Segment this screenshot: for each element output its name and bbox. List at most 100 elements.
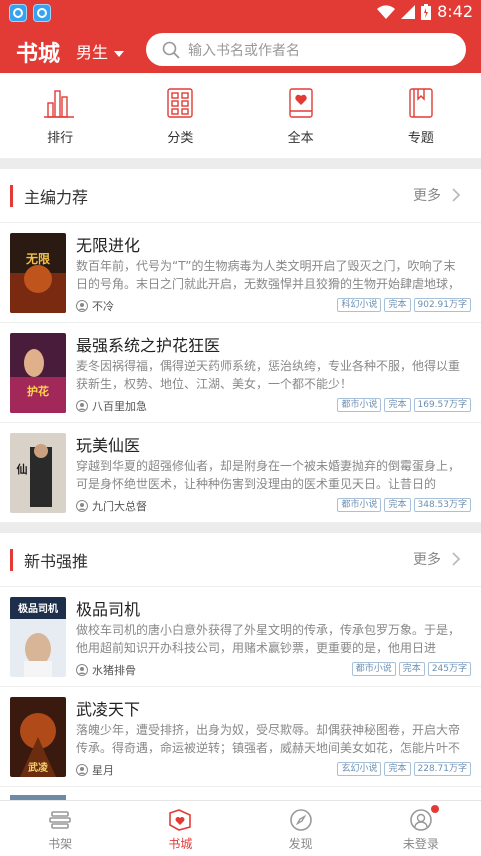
topic-icon — [409, 88, 433, 118]
book-description: 落魄少年，遭受排挤，出身为奴，受尽欺辱。却偶获神秘图卷，开启大帝传承。得奇遇，命… — [76, 723, 461, 755]
author-icon — [76, 764, 88, 776]
author-name: 九门大总督 — [92, 500, 147, 513]
book-cover: 护花 — [10, 333, 66, 413]
author-icon — [76, 500, 88, 512]
book-title: 武凌天下 — [76, 700, 141, 719]
quicknav-label: 专题 — [407, 131, 434, 146]
bottomnav-label: 书城 — [168, 837, 193, 851]
user-icon — [410, 809, 432, 831]
signal-icon — [401, 4, 416, 19]
section-title: 新书强推 — [24, 552, 89, 571]
svg-text:护花: 护花 — [27, 384, 49, 398]
top-bar: 8:42 书城 男生 输入书名或作者名 — [0, 0, 481, 73]
book-description: 麦冬因祸得福，偶得逆天药师系统，惩治纨绔，专业各种不服，他得以重获新生，权势、地… — [76, 359, 461, 391]
svg-text:无限: 无限 — [25, 251, 50, 266]
status-tag: 完本 — [384, 398, 411, 412]
bottomnav-bookshelf[interactable]: 书架 — [20, 801, 100, 856]
status-bar: 8:42 — [0, 0, 481, 26]
book-author: 不冷 — [76, 298, 114, 314]
bottom-nav: 书架 书城 发现 未登录 — [0, 800, 481, 856]
wifi-icon — [377, 4, 396, 19]
book-author: 水猪排骨 — [76, 662, 136, 678]
gender-label: 男生 — [76, 43, 109, 62]
bottomnav-label: 发现 — [288, 837, 313, 851]
author-name: 八百里加急 — [92, 400, 147, 413]
category-tag: 都市小说 — [337, 498, 382, 512]
section-header-new-books: 新书强推 更多 — [0, 533, 481, 587]
author-name: 星月 — [92, 764, 114, 777]
bottomnav-profile[interactable]: 未登录 — [381, 801, 461, 856]
book-item[interactable]: 护花 最强系统之护花狂医 麦冬因祸得福，偶得逆天药师系统，惩治纨绔，专业各种不服… — [0, 323, 481, 423]
quicknav-ranking[interactable]: 排行 — [20, 85, 100, 146]
wordcount-tag: 245万字 — [427, 662, 471, 676]
section-accent — [10, 549, 13, 571]
book-cover: 仙 — [10, 433, 66, 513]
section-divider — [0, 159, 481, 169]
search-input[interactable]: 输入书名或作者名 — [146, 33, 466, 66]
book-cover: 无限 — [10, 233, 66, 313]
status-tag: 完本 — [398, 662, 425, 676]
category-tag: 科幻小说 — [337, 298, 382, 312]
section-title: 主编力荐 — [24, 188, 89, 207]
caret-down-icon — [114, 50, 125, 57]
author-icon — [76, 300, 88, 312]
status-tag: 完本 — [384, 498, 411, 512]
author-icon — [76, 400, 88, 412]
app-notification-icon — [33, 4, 51, 22]
book-item[interactable]: 极品司机 极品司机 做校车司机的唐小白意外获得了外星文明的传承，传承包罗万象。于… — [0, 587, 481, 687]
wordcount-tag: 348.53万字 — [413, 498, 471, 512]
more-button[interactable]: 更多 — [413, 549, 461, 569]
header: 书城 男生 输入书名或作者名 — [0, 26, 481, 73]
wordcount-tag: 228.71万字 — [413, 762, 471, 776]
book-title: 最强系统之护花狂医 — [76, 336, 221, 355]
book-item[interactable]: 仙 玩美仙医 穿越到华夏的超强修仙者，却是附身在一个被未婚妻抛弃的倒霉蛋身上，可… — [0, 423, 481, 523]
quick-nav: 排行 分类 全本 专题 — [0, 73, 481, 159]
quicknav-label: 全本 — [287, 131, 314, 146]
notification-dot — [430, 805, 439, 813]
svg-text:武凌: 武凌 — [28, 761, 49, 774]
search-icon — [162, 41, 180, 59]
book-item[interactable]: 无限 无限进化 数百年前，代号为“T”的生物病毒为人类文明开启了毁灭之门，吹响了… — [0, 223, 481, 323]
category-tag: 都市小说 — [337, 398, 382, 412]
book-title: 无限进化 — [76, 236, 141, 255]
bottomnav-discover[interactable]: 发现 — [261, 801, 341, 856]
complete-book-icon — [288, 88, 313, 118]
page-title: 书城 — [16, 42, 61, 67]
book-description: 做校车司机的唐小白意外获得了外星文明的传承，传承包罗万象。于是，他用超前知识开办… — [76, 623, 461, 655]
quicknav-complete[interactable]: 全本 — [261, 85, 341, 146]
book-title: 玩美仙医 — [76, 436, 141, 455]
app-notification-icon — [9, 4, 27, 22]
book-author: 九门大总督 — [76, 498, 147, 514]
status-tag: 完本 — [384, 762, 411, 776]
more-button[interactable]: 更多 — [413, 185, 461, 205]
quicknav-label: 分类 — [167, 131, 194, 146]
svg-text:极品司机: 极品司机 — [18, 602, 58, 615]
wordcount-tag: 902.91万字 — [413, 298, 471, 312]
bookstore-icon — [169, 809, 192, 831]
quicknav-category[interactable]: 分类 — [140, 85, 220, 146]
more-label: 更多 — [413, 188, 441, 204]
section-divider — [0, 523, 481, 533]
book-title: 极品司机 — [76, 600, 141, 619]
book-description: 穿越到华夏的超强修仙者，却是附身在一个被未婚妻抛弃的倒霉蛋身上，可是身怀绝世医术… — [76, 459, 461, 491]
bottomnav-label: 书架 — [48, 837, 73, 851]
quicknav-label: 排行 — [47, 131, 74, 146]
section-accent — [10, 185, 13, 207]
wordcount-tag: 169.57万字 — [413, 398, 471, 412]
bottomnav-label: 未登录 — [402, 837, 439, 851]
gender-selector[interactable]: 男生 — [76, 39, 125, 63]
book-item[interactable]: 武凌 武凌天下 落魄少年，遭受排挤，出身为奴，受尽欺辱。却偶获神秘图卷，开启大帝… — [0, 687, 481, 787]
category-tag: 都市小说 — [351, 662, 396, 676]
book-cover: 武凌 — [10, 697, 66, 777]
status-time: 8:42 — [437, 2, 473, 21]
bookshelf-icon — [49, 811, 71, 829]
bottomnav-bookstore[interactable]: 书城 — [140, 801, 220, 856]
chevron-right-icon — [452, 188, 461, 202]
svg-text:仙: 仙 — [17, 462, 28, 476]
battery-icon — [421, 3, 432, 20]
status-tag: 完本 — [384, 298, 411, 312]
author-icon — [76, 664, 88, 676]
author-name: 水猪排骨 — [92, 664, 136, 677]
quicknav-topic[interactable]: 专题 — [381, 85, 461, 146]
section-header-editor-picks: 主编力荐 更多 — [0, 169, 481, 223]
